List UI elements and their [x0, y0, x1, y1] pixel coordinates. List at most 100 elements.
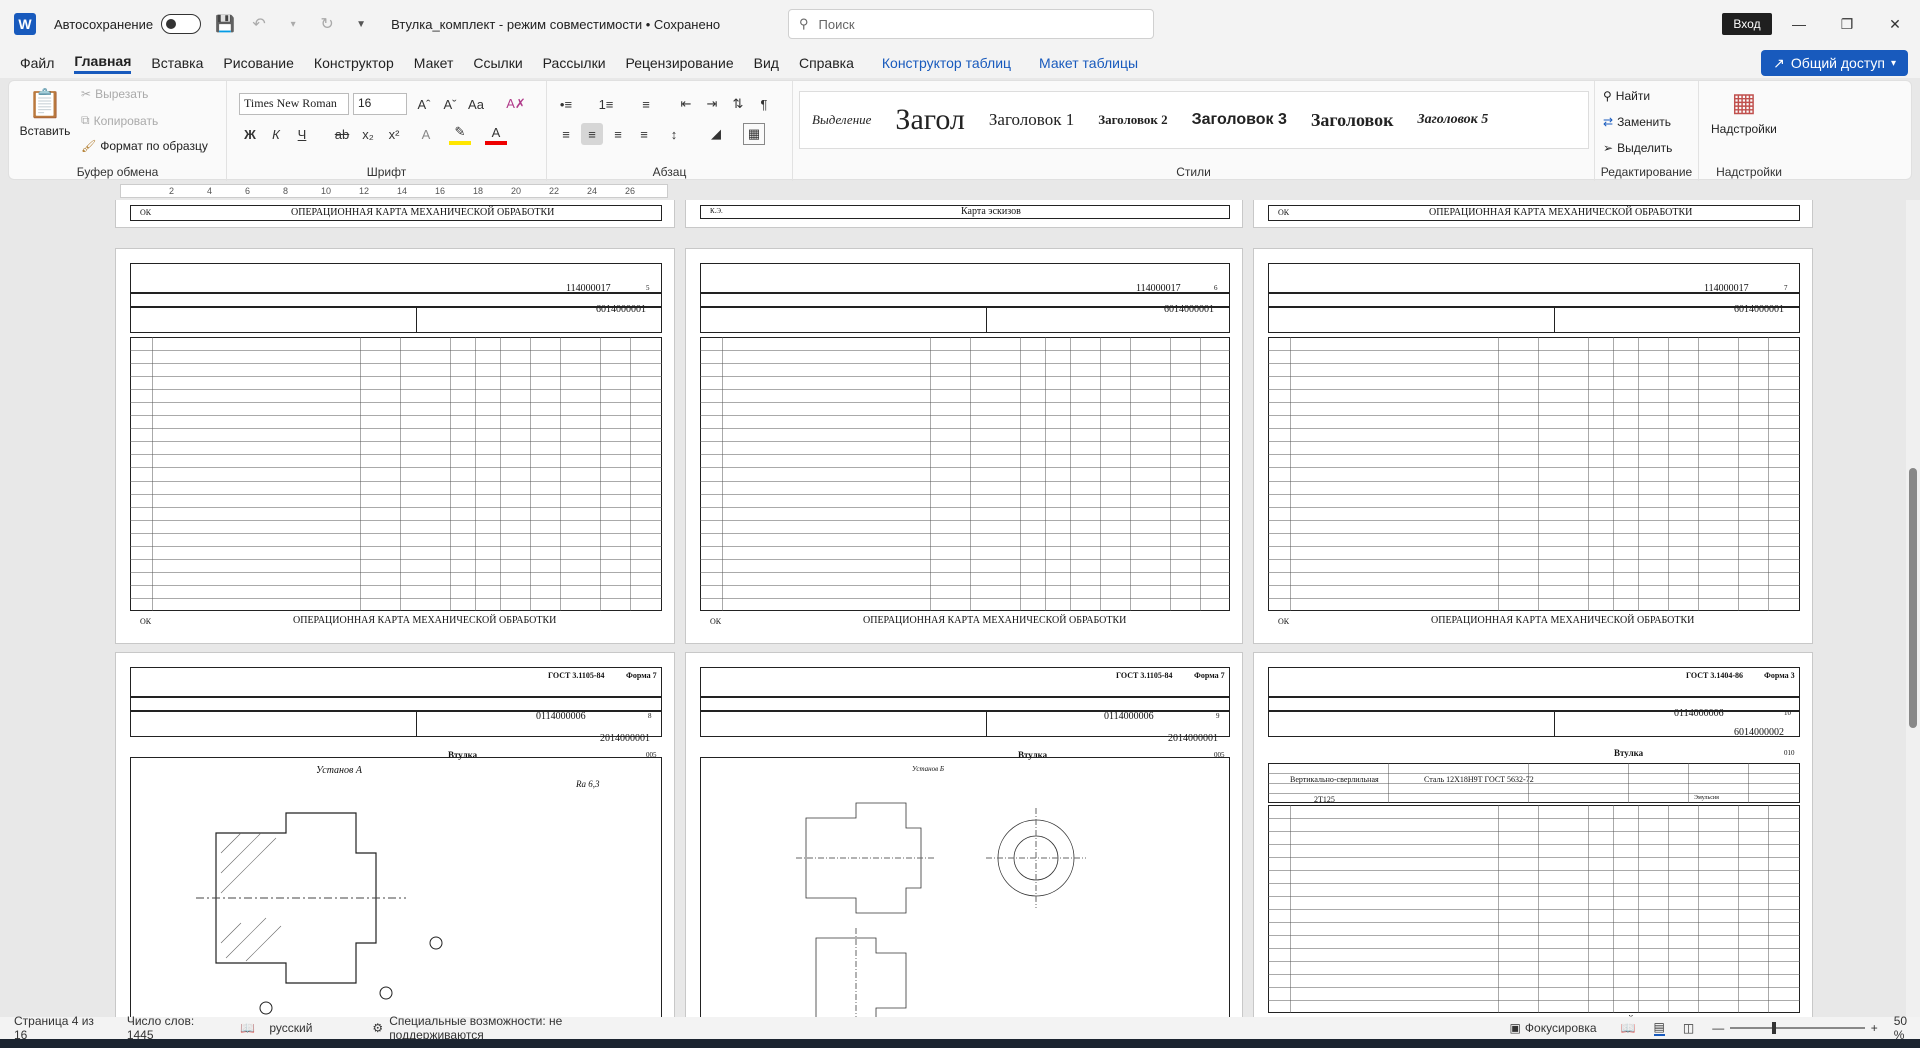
addins-button[interactable]: ▦ Надстройки: [1711, 87, 1777, 136]
find-button[interactable]: ⚲ Найти: [1603, 89, 1650, 103]
read-mode-icon[interactable]: 📖: [1621, 1021, 1636, 1035]
numbering-icon[interactable]: 1≡: [595, 93, 617, 115]
page-count[interactable]: Страница 4 из 16: [14, 1014, 107, 1042]
shrink-font-icon[interactable]: Aˇ: [439, 93, 461, 115]
customize-toolbar-icon[interactable]: ▼: [351, 19, 371, 30]
search-icon: ⚲: [1603, 89, 1612, 103]
highlight-icon[interactable]: ✎: [449, 123, 471, 145]
tab-draw[interactable]: Рисование: [223, 55, 294, 71]
select-button[interactable]: ➢ Выделить: [1603, 141, 1672, 155]
justify-icon[interactable]: ≡: [633, 123, 655, 145]
clear-formatting-icon[interactable]: A✗: [505, 93, 527, 115]
table-col-line: [400, 337, 401, 611]
document-canvas[interactable]: ОК ОПЕРАЦИОННАЯ КАРТА МЕХАНИЧЕСКОЙ ОБРАБ…: [0, 200, 1906, 1017]
undo-icon[interactable]: ↶: [249, 14, 269, 34]
grow-font-icon[interactable]: Aˆ: [413, 93, 435, 115]
sort-icon[interactable]: ⇅: [727, 93, 749, 115]
proofing-icon[interactable]: 📖: [240, 1021, 255, 1035]
tab-view[interactable]: Вид: [754, 55, 779, 71]
restore-icon[interactable]: ❐: [1824, 10, 1870, 38]
text-effects-icon[interactable]: A: [415, 123, 437, 145]
bold-icon[interactable]: Ж: [239, 123, 261, 145]
superscript-icon[interactable]: x²: [383, 123, 405, 145]
format-painter-button[interactable]: 🖌 Формат по образцу: [81, 139, 208, 153]
tab-help[interactable]: Справка: [799, 55, 854, 71]
replace-button[interactable]: ⇄ Заменить: [1603, 115, 1671, 129]
italic-icon[interactable]: К: [265, 123, 287, 145]
increase-indent-icon[interactable]: ⇥: [701, 93, 723, 115]
signin-button[interactable]: Вход: [1722, 13, 1772, 35]
style-heading[interactable]: Заголовок: [1299, 110, 1406, 131]
copy-button[interactable]: ⧉ Копировать: [81, 113, 158, 128]
document-title[interactable]: Втулка_комплект - режим совместимости • …: [391, 17, 720, 32]
pilcrow-icon[interactable]: ¶: [753, 93, 775, 115]
zoom-out-icon[interactable]: —: [1712, 1021, 1724, 1035]
font-name-select[interactable]: Times New Roman: [239, 93, 349, 115]
style-heading3[interactable]: Заголовок 3: [1180, 111, 1299, 129]
search-box[interactable]: ⚲ Поиск: [788, 9, 1154, 39]
subscript-icon[interactable]: x₂: [357, 123, 379, 145]
align-right-icon[interactable]: ≡: [607, 123, 629, 145]
print-layout-icon[interactable]: ▤: [1653, 1020, 1665, 1036]
font-size-select[interactable]: 16: [353, 93, 407, 115]
align-left-icon[interactable]: ≡: [555, 123, 577, 145]
zoom-in-icon[interactable]: +: [1871, 1021, 1878, 1035]
accessibility-status[interactable]: Специальные возможности: не поддерживают…: [389, 1014, 649, 1042]
scrollbar-thumb[interactable]: [1909, 468, 1917, 728]
table-row-line: [700, 467, 1230, 469]
zoom-level[interactable]: 50 %: [1894, 1014, 1920, 1042]
word-app-icon: W: [14, 13, 36, 35]
tab-file[interactable]: Файл: [20, 55, 54, 71]
focus-button[interactable]: Фокусировка: [1525, 1021, 1597, 1035]
chevron-down-icon[interactable]: ▾: [283, 19, 303, 30]
borders-icon[interactable]: ▦: [743, 123, 765, 145]
cut-button[interactable]: ✂ Вырезать: [81, 87, 148, 101]
style-heading1[interactable]: Заголовок 1: [977, 110, 1086, 130]
tab-references[interactable]: Ссылки: [473, 55, 522, 71]
style-title[interactable]: Загол: [883, 103, 976, 137]
styles-gallery[interactable]: Выделение Загол Заголовок 1 Заголовок 2 …: [799, 91, 1589, 149]
styles-group-label: Стили: [1176, 165, 1211, 179]
ruler-number: 20: [511, 186, 522, 196]
style-heading5[interactable]: Заголовок 5: [1405, 112, 1500, 128]
tab-home[interactable]: Главная: [74, 53, 132, 74]
ks-label: К.Э.: [710, 207, 723, 215]
minimize-icon[interactable]: —: [1776, 10, 1822, 38]
strikethrough-icon[interactable]: ab: [331, 123, 353, 145]
save-icon[interactable]: 💾: [215, 14, 235, 34]
vertical-scrollbar[interactable]: [1906, 200, 1920, 1017]
multilevel-list-icon[interactable]: ≡: [635, 93, 657, 115]
tab-insert[interactable]: Вставка: [151, 55, 203, 71]
change-case-icon[interactable]: Aa: [465, 93, 487, 115]
tab-design[interactable]: Конструктор: [314, 55, 394, 71]
underline-icon[interactable]: Ч: [291, 123, 313, 145]
style-heading2[interactable]: Заголовок 2: [1086, 112, 1179, 128]
tab-table-layout[interactable]: Макет таблицы: [1039, 55, 1138, 71]
zoom-slider[interactable]: [1730, 1022, 1865, 1034]
tab-mailings[interactable]: Рассылки: [543, 55, 606, 71]
bullets-icon[interactable]: •≡: [555, 93, 577, 115]
redo-icon[interactable]: ↻: [317, 14, 337, 34]
tab-review[interactable]: Рецензирование: [626, 55, 734, 71]
zoom-slider-thumb[interactable]: [1772, 1022, 1777, 1034]
tab-layout[interactable]: Макет: [414, 55, 454, 71]
ruler-scale[interactable]: 2 4 6 8 10 12 14 16 18 20 22 24 26: [120, 184, 668, 198]
table-row-line: [1268, 350, 1800, 352]
decrease-indent-icon[interactable]: ⇤: [675, 93, 697, 115]
line-spacing-icon[interactable]: ↕: [663, 123, 685, 145]
style-emphasis[interactable]: Выделение: [800, 112, 883, 128]
shading-icon[interactable]: ◢: [705, 123, 727, 145]
web-layout-icon[interactable]: ◫: [1683, 1021, 1694, 1035]
word-count[interactable]: Число слов: 1445: [127, 1014, 221, 1042]
sketch-footer: Карта эскизов: [961, 206, 1021, 217]
page-footer: ОПЕРАЦИОННАЯ КАРТА МЕХАНИЧЕСКОЙ ОБРАБОТК…: [293, 615, 557, 626]
replace-icon: ⇄: [1603, 115, 1614, 129]
font-color-icon[interactable]: A: [485, 123, 507, 145]
close-icon[interactable]: ✕: [1872, 10, 1918, 38]
align-center-icon[interactable]: ≡: [581, 123, 603, 145]
language-label[interactable]: русский: [269, 1021, 312, 1035]
tab-table-design[interactable]: Конструктор таблиц: [882, 55, 1011, 71]
share-button[interactable]: ↗ Общий доступ ▾: [1761, 50, 1908, 76]
autosave-toggle[interactable]: [161, 14, 202, 34]
paste-button[interactable]: 📋 Вставить: [17, 87, 73, 138]
